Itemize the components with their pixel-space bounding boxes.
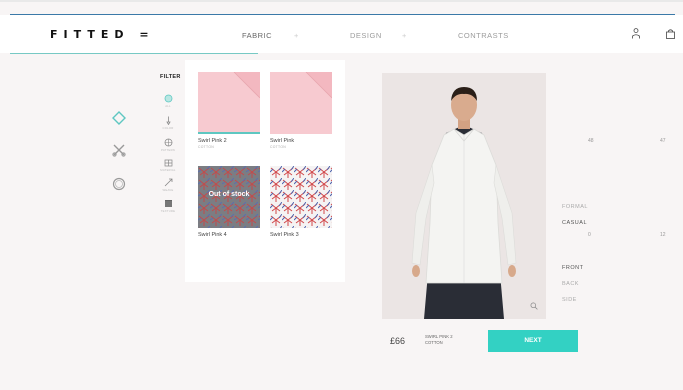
step-contrasts[interactable]: CONTRASTS <box>458 31 509 40</box>
menu-icon: = <box>139 28 155 41</box>
step-design[interactable]: DESIGN <box>350 31 382 40</box>
fabric-swatch[interactable] <box>198 72 260 134</box>
logo[interactable]: FITTED = <box>50 28 155 41</box>
filter-label: TEXTURE <box>160 209 176 213</box>
fabric-name: Swirl Pink <box>270 138 295 144</box>
filter-color-icon <box>165 116 171 125</box>
fabric-type: COTTON <box>198 145 215 149</box>
fabric-swatch[interactable] <box>270 72 332 134</box>
model-image <box>411 87 517 319</box>
palm-pattern <box>270 166 332 228</box>
option-casual[interactable]: CASUAL <box>562 220 587 226</box>
out-of-stock-label: Out of stock <box>208 191 250 198</box>
fabric-card[interactable]: Swirl Pink 2 48 COTTON <box>198 72 594 149</box>
step-separator: + <box>402 31 407 40</box>
fabric-card[interactable]: Swirl Pink 3 12 <box>270 166 666 238</box>
fabric-card[interactable]: Out of stock Swirl Pink 40 <box>198 166 591 238</box>
fabric-type: COTTON <box>270 145 287 149</box>
top-border <box>0 0 683 2</box>
filter-texture[interactable]: TEXTURE <box>158 199 178 213</box>
selected-fabric-name: SWIRL PINK 2 <box>425 334 453 339</box>
selected-fabric-type: COTTON <box>425 339 443 345</box>
swatch-fold <box>233 72 260 99</box>
scissors-icon[interactable] <box>111 142 127 158</box>
fabric-name: Swirl Pink 2 <box>198 138 227 144</box>
filter-material-icon <box>164 159 172 167</box>
bag-icon[interactable] <box>666 29 675 39</box>
filter-all[interactable]: ALL <box>158 94 178 108</box>
view-side[interactable]: SIDE <box>562 297 577 303</box>
fabric-swatch[interactable]: Out of stock <box>198 166 260 228</box>
fabric-name: Swirl Pink 3 <box>270 232 299 238</box>
filter-color[interactable]: COLOR <box>158 116 178 130</box>
total-price: £66 <box>390 336 406 346</box>
shirt-preview <box>382 73 546 319</box>
filter-weave[interactable]: WEAVE <box>158 178 178 192</box>
next-button[interactable]: NEXT <box>488 330 578 352</box>
filter-label: WEAVE <box>162 188 174 192</box>
filter-all-icon <box>164 94 172 103</box>
zoom-icon[interactable] <box>530 302 538 310</box>
step-fabric[interactable]: FABRIC <box>242 31 272 40</box>
filter-label: COLOR <box>162 126 174 130</box>
view-front[interactable]: FRONT <box>562 265 583 271</box>
swatch-fold <box>305 72 332 99</box>
selected-indicator <box>198 132 260 134</box>
fabric-swatch[interactable] <box>270 166 332 228</box>
selected-fabric-summary: SWIRL PINK 2 COTTON <box>425 334 453 345</box>
step-separator: + <box>294 31 299 40</box>
filter-texture-icon <box>164 200 172 207</box>
active-step-underline <box>10 53 258 54</box>
filter-label: ALL <box>165 104 171 108</box>
fabric-card[interactable]: Swirl Pink 47 COTTON <box>270 72 666 149</box>
option-formal[interactable]: FORMAL <box>562 204 588 210</box>
filter-material[interactable]: MATERIAL <box>158 158 178 172</box>
fabric-name: Swirl Pink 4 <box>198 232 227 238</box>
view-back[interactable]: BACK <box>562 281 579 287</box>
filter-pattern-icon <box>164 138 172 147</box>
site-header: FITTED = FABRIC + DESIGN + CONTRASTS <box>0 15 683 53</box>
filter-weave-icon <box>164 178 172 187</box>
user-icon[interactable] <box>632 28 640 39</box>
diamond-icon[interactable] <box>111 110 127 126</box>
filter-label: PATTERN <box>160 148 176 152</box>
filter-title: FILTER <box>160 74 181 80</box>
button-icon[interactable] <box>111 176 127 192</box>
filter-label: MATERIAL <box>160 168 176 172</box>
filter-pattern[interactable]: PATTERN <box>158 138 178 152</box>
